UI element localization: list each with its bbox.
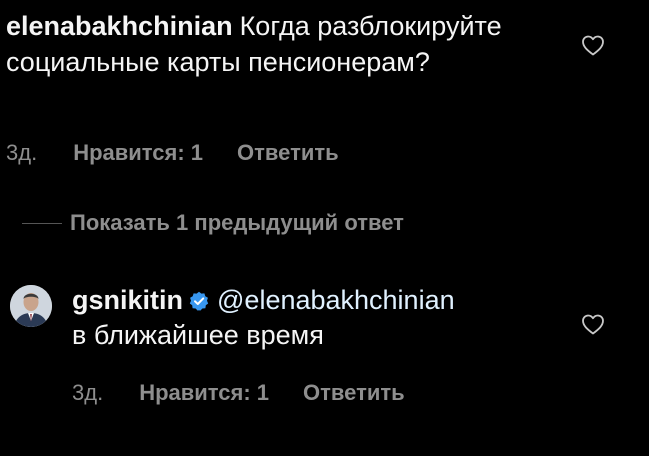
reply-meta: 3д. Нравится: 1 Ответить xyxy=(72,380,405,406)
reply-mention-link[interactable]: @elenabakhchinian xyxy=(217,285,455,315)
comment-timestamp: 3д. xyxy=(6,140,38,165)
show-previous-replies-button[interactable]: Показать 1 предыдущий ответ xyxy=(22,210,404,236)
reply-timestamp: 3д. xyxy=(72,380,104,405)
comment-reply-button[interactable]: Ответить xyxy=(237,140,339,166)
comment: elenabakhchinian Когда разблокируйте соци… xyxy=(6,8,566,80)
comment-username[interactable]: elenabakhchinian xyxy=(6,11,233,41)
reply-likes[interactable]: Нравится: 1 xyxy=(139,380,269,406)
comment-meta: 3д. Нравится: 1 Ответить xyxy=(6,140,339,166)
user-avatar[interactable] xyxy=(10,285,52,327)
reply-body: gsnikitin @elenabakhchinian в ближайшее в… xyxy=(72,283,572,353)
show-previous-replies-label: Показать 1 предыдущий ответ xyxy=(70,210,404,235)
verified-badge-icon xyxy=(189,291,209,311)
replies-divider xyxy=(22,222,62,224)
comment-likes[interactable]: Нравится: 1 xyxy=(73,140,203,166)
heart-outline-icon[interactable] xyxy=(581,34,605,56)
reply-header: gsnikitin @elenabakhchinian xyxy=(72,283,572,318)
comment-text: elenabakhchinian Когда разблокируйте соци… xyxy=(6,8,566,80)
heart-outline-icon[interactable] xyxy=(581,313,605,335)
reply-reply-button[interactable]: Ответить xyxy=(303,380,405,406)
reply-text: в ближайшее время xyxy=(72,320,324,350)
reply-username[interactable]: gsnikitin xyxy=(72,285,183,315)
